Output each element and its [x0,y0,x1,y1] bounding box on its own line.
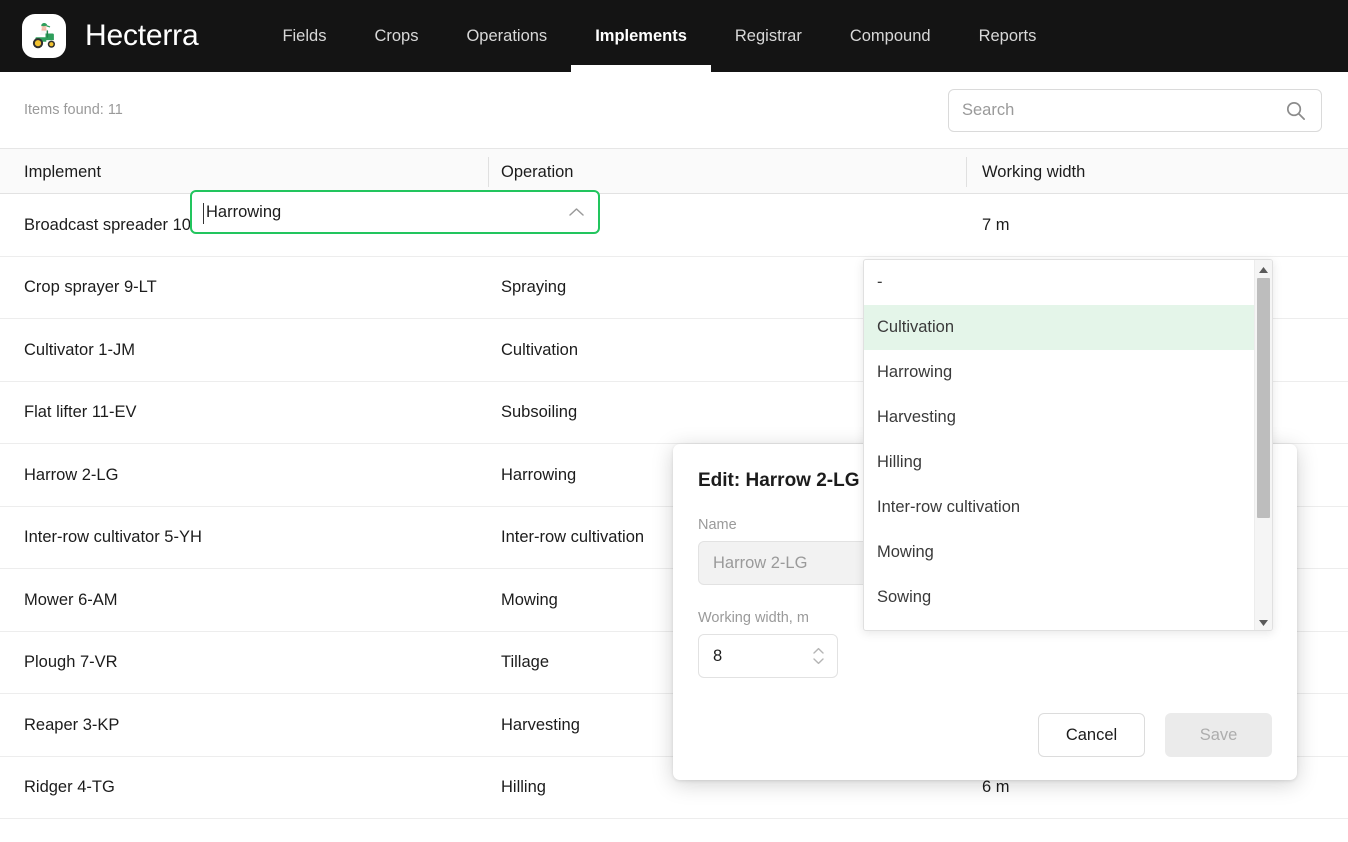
save-button: Save [1165,713,1272,757]
name-field-label: Name [698,517,737,533]
column-divider [488,157,489,187]
cell-operation: Hilling [501,778,546,797]
dropdown-option-mowing[interactable]: Mowing [864,530,1254,575]
cell-implement: Mower 6-AM [24,590,118,609]
items-found-label: Items found: 11 [24,102,123,118]
nav-item-implements[interactable]: Implements [571,0,711,72]
table-header-row: Implement Operation Working width [0,148,1348,194]
dropdown-option-harrowing[interactable]: Harrowing [864,350,1254,395]
cell-operation: Harrowing [501,465,577,484]
brand[interactable]: Hecterra [22,14,199,58]
cell-implement: Reaper 3-KP [24,715,120,734]
column-header-operation[interactable]: Operation [501,149,573,195]
nav-item-crops[interactable]: Crops [350,0,442,72]
cell-implement: Ridger 4-TG [24,778,115,797]
column-header-implement[interactable]: Implement [24,149,101,195]
dropdown-option-sowing[interactable]: Sowing [864,575,1254,620]
dialog-actions: Cancel Save [1038,713,1272,757]
cell-implement: Crop sprayer 9-LT [24,278,157,297]
nav-item-reports[interactable]: Reports [955,0,1061,72]
search-box[interactable] [948,89,1322,132]
operation-combobox[interactable]: Harrowing [190,190,600,234]
cell-working-width: 7 m [982,215,1010,234]
cell-operation: Mowing [501,590,558,609]
cell-operation: Tillage [501,653,549,672]
search-input[interactable] [949,101,1284,120]
tractor-icon [22,14,66,58]
cell-implement: Cultivator 1-JM [24,340,135,359]
cell-implement: Harrow 2-LG [24,465,119,484]
operation-dropdown-panel: - Cultivation Harrowing Harvesting Hilli… [863,259,1273,631]
chevron-up-icon[interactable] [568,207,585,218]
working-width-input-wrapper[interactable] [698,634,838,678]
brand-name: Hecterra [85,19,199,52]
cell-implement: Inter-row cultivator 5-YH [24,528,202,547]
column-header-working-width[interactable]: Working width [982,149,1085,195]
nav-item-fields[interactable]: Fields [258,0,350,72]
cell-implement: Flat lifter 11-EV [24,403,137,422]
working-width-field-label: Working width, m [698,610,809,626]
dropdown-option-inter-row-cultivation[interactable]: Inter-row cultivation [864,485,1254,530]
dropdown-scrollbar[interactable] [1254,260,1272,630]
search-icon[interactable] [1284,99,1307,122]
column-divider [966,157,967,187]
cell-operation: Cultivation [501,340,579,359]
operation-combobox-value: Harrowing [206,202,282,221]
dropdown-option-harvesting[interactable]: Harvesting [864,395,1254,440]
nav-item-operations[interactable]: Operations [442,0,571,72]
dropdown-option-blank[interactable]: - [864,260,1254,305]
main-nav: Fields Crops Operations Implements Regis… [258,0,1060,72]
text-cursor [203,203,204,224]
dropdown-option-cultivation[interactable]: Cultivation [864,305,1254,350]
cell-operation: Subsoiling [501,403,578,422]
cell-operation: Spraying [501,278,567,297]
cell-operation: Inter-row cultivation [501,528,645,547]
nav-item-registrar[interactable]: Registrar [711,0,826,72]
operation-option-list: - Cultivation Harrowing Harvesting Hilli… [864,260,1254,630]
triangle-up-icon[interactable] [1255,261,1272,278]
triangle-down-icon[interactable] [1255,614,1272,630]
dialog-title: Edit: Harrow 2-LG [698,470,860,491]
nav-item-compound[interactable]: Compound [826,0,955,72]
number-stepper-icon[interactable] [812,647,825,665]
working-width-input[interactable] [699,646,812,666]
cell-operation: Harvesting [501,715,580,734]
app-header: Hecterra Fields Crops Operations Impleme… [0,0,1348,72]
dropdown-option-hilling[interactable]: Hilling [864,440,1254,485]
cell-implement: Plough 7-VR [24,653,118,672]
cancel-button[interactable]: Cancel [1038,713,1145,757]
scrollbar-thumb[interactable] [1257,278,1270,518]
